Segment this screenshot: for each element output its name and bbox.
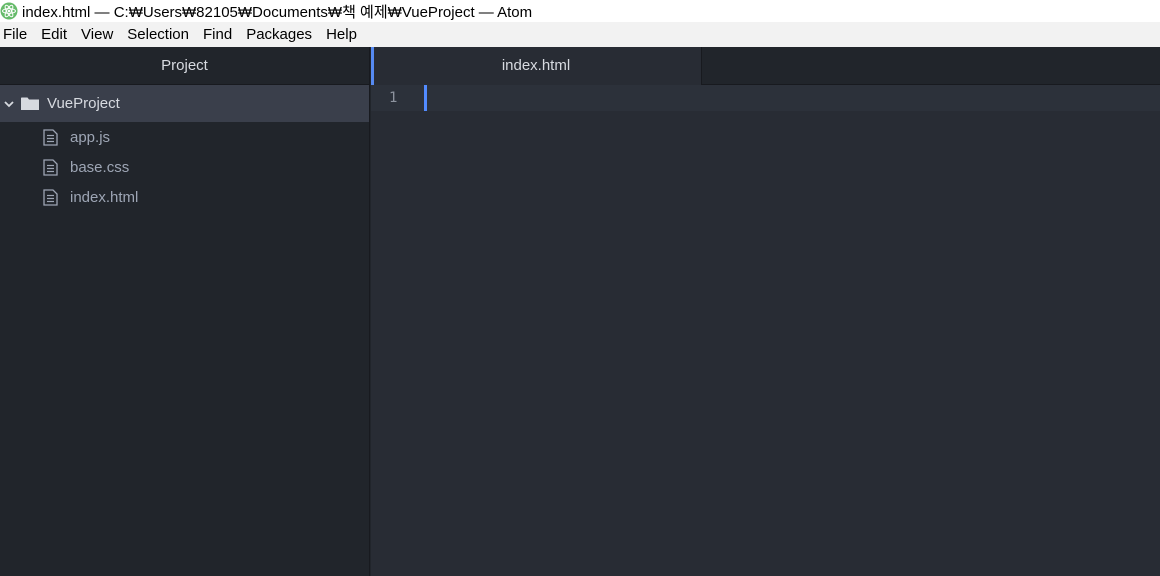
menu-edit[interactable]: Edit xyxy=(34,22,74,47)
menu-file[interactable]: File xyxy=(0,22,34,47)
text-caret xyxy=(424,85,427,111)
tree-file-label: index.html xyxy=(70,188,139,206)
menu-view[interactable]: View xyxy=(74,22,120,47)
file-icon xyxy=(43,188,58,206)
menu-bar: File Edit View Selection Find Packages H… xyxy=(0,22,1160,47)
atom-icon xyxy=(0,2,18,20)
tab-index-html[interactable]: index.html xyxy=(371,47,702,85)
line-number: 1 xyxy=(389,90,398,106)
tree-view-panel: Project VueProject app.js base.css index… xyxy=(0,47,370,576)
folder-icon xyxy=(21,97,39,110)
tree-file-label: app.js xyxy=(70,128,111,146)
menu-find[interactable]: Find xyxy=(196,22,239,47)
tree-view-header[interactable]: Project xyxy=(0,47,369,85)
cursor-line-highlight xyxy=(371,85,1160,111)
tree-file-base-css[interactable]: base.css xyxy=(0,152,369,182)
tree-file-index-html[interactable]: index.html xyxy=(0,182,369,212)
tree-root-folder[interactable]: VueProject xyxy=(0,85,369,122)
text-editor[interactable]: 1 xyxy=(371,85,1160,575)
menu-selection[interactable]: Selection xyxy=(120,22,196,47)
window-titlebar[interactable]: index.html — C:₩Users₩82105₩Documents₩책 … xyxy=(0,0,1160,22)
file-icon xyxy=(43,128,58,146)
active-tab-indicator xyxy=(371,47,374,85)
tree-root-label: VueProject xyxy=(47,95,120,112)
chevron-down-icon[interactable] xyxy=(4,99,14,109)
tree-file-app-js[interactable]: app.js xyxy=(0,122,369,152)
tab-bar: index.html xyxy=(371,47,1160,85)
tab-label: index.html xyxy=(501,57,571,74)
file-icon xyxy=(43,158,58,176)
editor-pane: index.html 1 xyxy=(371,47,1160,576)
window-title: index.html — C:₩Users₩82105₩Documents₩책 … xyxy=(22,3,533,21)
menu-packages[interactable]: Packages xyxy=(239,22,319,47)
menu-help[interactable]: Help xyxy=(319,22,364,47)
tree-file-label: base.css xyxy=(70,158,130,176)
